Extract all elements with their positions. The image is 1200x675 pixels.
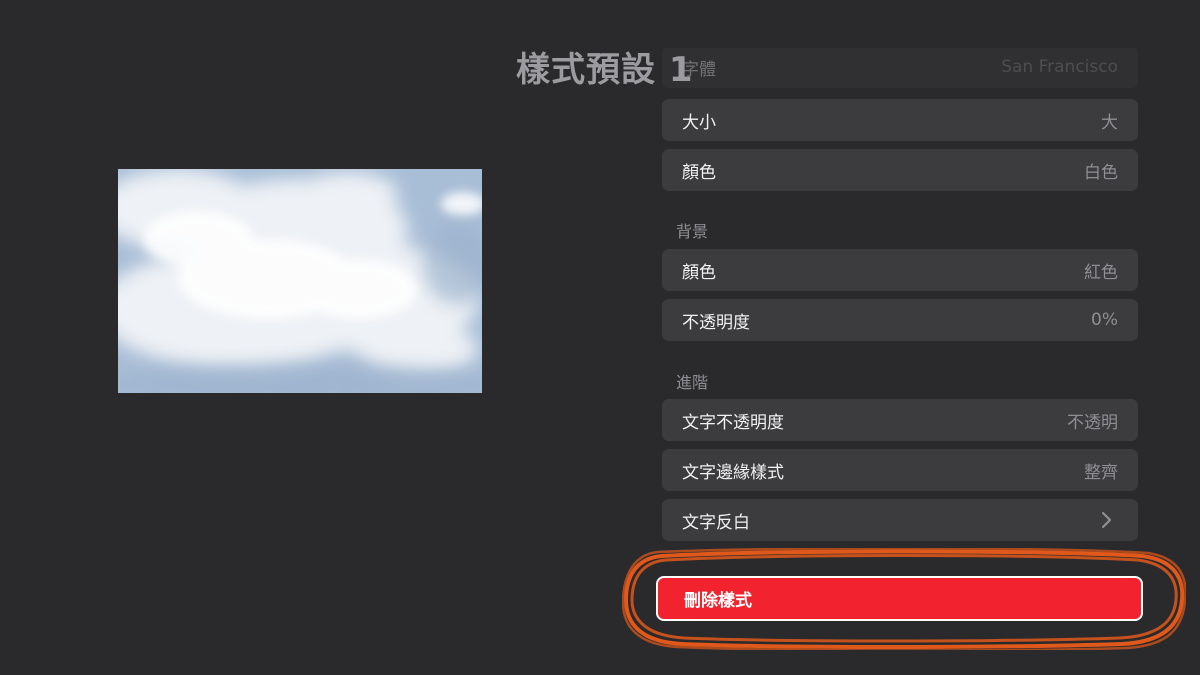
background-color-row[interactable]: 顏色 紅色 [662,249,1138,291]
text-color-value: 白色 [1084,162,1118,183]
text-size-row[interactable]: 大小 大 [662,99,1138,141]
background-color-label: 顏色 [682,262,716,283]
text-opacity-row[interactable]: 文字不透明度 不透明 [662,399,1138,441]
background-section-header: 背景 [676,222,709,241]
text-edge-style-row[interactable]: 文字邊緣樣式 整齊 [662,449,1138,491]
background-opacity-label: 不透明度 [682,312,750,333]
caption-preview-image [118,169,482,393]
delete-style-label: 刪除樣式 [684,591,752,611]
text-edge-style-value: 整齊 [1084,462,1118,483]
page-title: 樣式預設 1 [516,50,694,90]
text-size-value: 大 [1101,112,1118,133]
advanced-section-header: 進階 [676,373,709,392]
chevron-right-icon [1096,509,1118,531]
text-highlight-label: 文字反白 [682,512,750,533]
delete-style-button[interactable]: 刪除樣式 [656,576,1143,621]
style-settings-list: 字體 San Francisco 大小 大 顏色 白色 背景 顏色 紅色 不透明… [662,48,1138,548]
font-row[interactable]: 字體 San Francisco [662,48,1138,88]
text-color-row[interactable]: 顏色 白色 [662,149,1138,191]
text-highlight-row[interactable]: 文字反白 [662,499,1138,541]
background-opacity-row[interactable]: 不透明度 0% [662,299,1138,341]
background-color-value: 紅色 [1084,262,1118,283]
text-color-label: 顏色 [682,162,716,183]
text-opacity-label: 文字不透明度 [682,412,784,433]
text-opacity-value: 不透明 [1067,412,1118,433]
text-edge-style-label: 文字邊緣樣式 [682,462,784,483]
font-row-value: San Francisco [1001,57,1118,77]
text-size-label: 大小 [682,112,716,133]
background-opacity-value: 0% [1091,310,1118,330]
